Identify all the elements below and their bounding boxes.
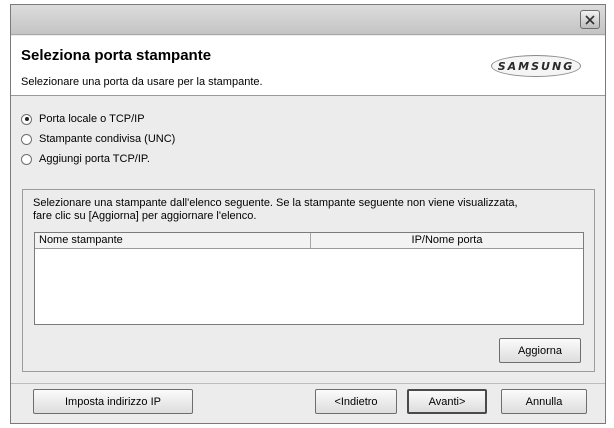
radio-add-tcpip[interactable]: Aggiungi porta TCP/IP. <box>21 149 175 169</box>
description-line: fare clic su [Aggiorna] per aggiornare l… <box>33 210 257 222</box>
description-line: Selezionare una stampante dall'elenco se… <box>33 197 518 209</box>
list-header: Nome stampante IP/Nome porta <box>35 233 583 249</box>
dialog-header: Seleziona porta stampante Selezionare un… <box>11 36 605 96</box>
set-ip-address-button[interactable]: Imposta indirizzo IP <box>33 389 193 414</box>
radio-unchecked-icon <box>21 153 32 165</box>
close-button[interactable] <box>580 10 600 29</box>
samsung-logo: SAMSUNG <box>491 55 581 77</box>
cancel-button[interactable]: Annulla <box>501 389 587 414</box>
back-button[interactable]: <Indietro <box>315 389 397 414</box>
radio-label: Aggiungi porta TCP/IP. <box>39 153 150 165</box>
next-button[interactable]: Avanti> <box>407 389 487 414</box>
radio-local-tcpip[interactable]: Porta locale o TCP/IP <box>21 109 175 129</box>
radio-shared-unc[interactable]: Stampante condivisa (UNC) <box>21 129 175 149</box>
footer-divider <box>11 383 605 384</box>
printer-selection-group: Selezionare una stampante dall'elenco se… <box>22 189 595 372</box>
column-header-printer-name[interactable]: Nome stampante <box>35 233 311 248</box>
title-bar <box>11 5 605 35</box>
close-icon <box>585 14 595 25</box>
page-title: Seleziona porta stampante <box>21 47 212 64</box>
setup-dialog: Seleziona porta stampante Selezionare un… <box>10 4 606 424</box>
page-subtitle: Selezionare una porta da usare per la st… <box>21 76 263 88</box>
column-header-ip-port[interactable]: IP/Nome porta <box>311 233 583 248</box>
printer-list-description: Selezionare una stampante dall'elenco se… <box>33 197 518 223</box>
radio-label: Stampante condivisa (UNC) <box>39 133 176 145</box>
printer-list[interactable]: Nome stampante IP/Nome porta <box>34 232 584 325</box>
refresh-button[interactable]: Aggiorna <box>499 338 581 363</box>
radio-unchecked-icon <box>21 133 32 145</box>
radio-checked-icon <box>21 113 32 125</box>
port-type-radio-group: Porta locale o TCP/IP Stampante condivis… <box>21 109 175 169</box>
radio-label: Porta locale o TCP/IP <box>39 113 145 125</box>
